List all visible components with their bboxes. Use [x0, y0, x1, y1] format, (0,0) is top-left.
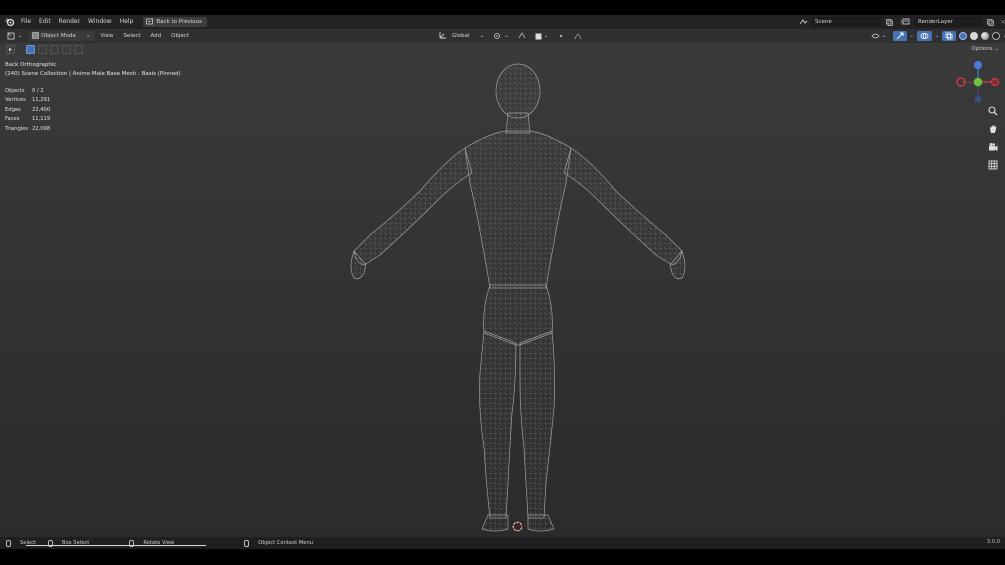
menu-select[interactable]: Select	[119, 29, 146, 43]
stat-row: Triangles 22,098	[5, 124, 50, 134]
select-mode-intersect-button[interactable]	[74, 45, 83, 54]
render-layer-name: RenderLayer	[918, 19, 953, 25]
back-to-previous-button[interactable]: Back to Previous	[143, 17, 208, 27]
navigation-gizmo[interactable]	[954, 59, 1002, 107]
scene-icon[interactable]	[798, 17, 808, 27]
3d-viewport[interactable]: Options ⌄ Back Orthographic (240) Scene …	[0, 43, 1005, 537]
proportional-icon[interactable]	[554, 31, 568, 41]
chevron-down-icon: ⌄	[994, 46, 999, 52]
status-context-menu: Object Context Menu	[244, 539, 314, 547]
menu-window[interactable]: Window	[84, 15, 116, 29]
letterbox-top	[0, 0, 1005, 15]
mode-label: Object Mode	[41, 33, 76, 39]
orientation-icon	[439, 31, 447, 41]
options-label: Options	[971, 46, 993, 52]
transform-orientation-dropdown[interactable]: Global ⌄	[436, 31, 487, 41]
render-layer-selector: RenderLayer ✕	[901, 17, 1005, 27]
menu-file[interactable]: File	[17, 15, 35, 29]
camera-icon[interactable]	[987, 141, 999, 153]
version-label: 3.0.0	[986, 539, 1000, 545]
chevron-down-icon: ⌄	[85, 33, 91, 39]
scene-selector: Scene ✕	[798, 17, 907, 27]
options-dropdown[interactable]: Options ⌄	[971, 46, 999, 52]
menu-view[interactable]: View	[95, 29, 118, 43]
stat-value: 22,098	[32, 125, 51, 132]
stat-label: Faces	[5, 116, 20, 123]
menu-render[interactable]: Render	[55, 15, 84, 29]
editor-type-button[interactable]: ⌄	[4, 31, 25, 41]
mouse-left-icon	[6, 539, 11, 547]
viewport-display-tools: ⌄ ⌄ ⌄ ⌄	[868, 31, 1005, 41]
viewport-header: ⌄ Object Mode ⌄ View Select Add Object G…	[0, 29, 1005, 43]
mouse-right-icon	[244, 539, 250, 547]
falloff-icon[interactable]	[571, 31, 585, 41]
pivot-point-button[interactable]: ⌄	[490, 31, 512, 41]
collection-info: (240) Scene Collection | Anime Male Base…	[5, 71, 181, 77]
stat-value: 22,400	[32, 106, 51, 113]
orientation-label: Global	[452, 33, 470, 39]
xray-icon[interactable]	[942, 31, 957, 41]
stat-row: Vertices 11,291	[5, 96, 50, 106]
pan-hand-icon[interactable]	[987, 123, 999, 135]
snap-target-button[interactable]: ⌄	[532, 31, 552, 41]
mode-dropdown[interactable]: Object Mode ⌄	[29, 31, 96, 41]
stat-row: Objects 0 / 2	[5, 86, 50, 96]
stat-row: Faces 11,119	[5, 115, 50, 125]
stat-label: Objects	[5, 87, 25, 94]
stat-row: Edges 22,400	[5, 105, 50, 115]
zoom-icon[interactable]	[987, 105, 999, 117]
back-to-previous-label: Back to Previous	[156, 19, 203, 25]
mode-icon	[32, 31, 40, 41]
blender-logo-icon[interactable]	[3, 15, 17, 29]
menu-edit[interactable]: Edit	[35, 15, 55, 29]
shading-solid-icon[interactable]	[970, 32, 979, 40]
letterbox-bottom	[0, 549, 1005, 565]
wireframe-mesh[interactable]	[340, 63, 700, 533]
snap-icon[interactable]	[515, 31, 529, 41]
menu-object[interactable]: Object	[166, 29, 194, 43]
menu-help[interactable]: Help	[116, 15, 138, 29]
scene-statistics: Objects 0 / 2 Vertices 11,291 Edges 22,400 …	[5, 86, 50, 134]
active-tool-button[interactable]	[6, 45, 15, 54]
visibility-button[interactable]: ⌄	[868, 31, 890, 41]
status-context-menu-label: Object Context Menu	[258, 540, 314, 546]
select-mode-new-button[interactable]	[26, 45, 35, 54]
gizmo-toggle-button[interactable]	[892, 31, 907, 41]
transform-tools: Global ⌄ ⌄ ⌄	[436, 31, 585, 41]
stat-label: Vertices	[5, 97, 26, 104]
top-bar: File Edit Render Window Help Back to Pre…	[0, 15, 1005, 29]
scene-name: Scene	[815, 19, 832, 25]
shading-material-icon[interactable]	[981, 32, 990, 40]
shading-wire-icon[interactable]	[959, 32, 968, 40]
select-mode-subtract-button[interactable]	[50, 45, 59, 54]
stat-label: Edges	[5, 106, 21, 113]
tool-settings-row	[6, 45, 83, 54]
select-mode-invert-button[interactable]	[62, 45, 71, 54]
status-divider	[26, 545, 206, 546]
copy-layer-icon[interactable]	[985, 17, 995, 27]
shading-render-icon[interactable]	[992, 32, 1001, 40]
back-icon	[146, 18, 154, 27]
stat-value: 11,119	[32, 116, 51, 123]
chevron-down-icon: ⌄	[479, 33, 485, 39]
status-bar: Select Box Select Rotate View Object Con…	[0, 537, 1005, 549]
select-mode-extend-button[interactable]	[38, 45, 47, 54]
overlay-icon[interactable]	[916, 31, 932, 41]
grid-icon[interactable]	[987, 159, 999, 171]
scene-field[interactable]: Scene	[811, 17, 881, 27]
close-layer-icon[interactable]: ✕	[998, 17, 1005, 27]
stat-value: 0 / 2	[32, 87, 44, 94]
copy-scene-icon[interactable]	[884, 17, 894, 27]
stat-label: Triangles	[5, 125, 29, 132]
stat-value: 11,291	[32, 97, 51, 104]
navigation-controls	[987, 105, 999, 171]
view-name: Back Orthographic	[5, 62, 57, 68]
3d-cursor-icon[interactable]	[512, 521, 523, 532]
menu-add[interactable]: Add	[146, 29, 167, 43]
render-layer-icon[interactable]	[901, 17, 911, 27]
render-layer-field[interactable]: RenderLayer	[914, 17, 982, 27]
